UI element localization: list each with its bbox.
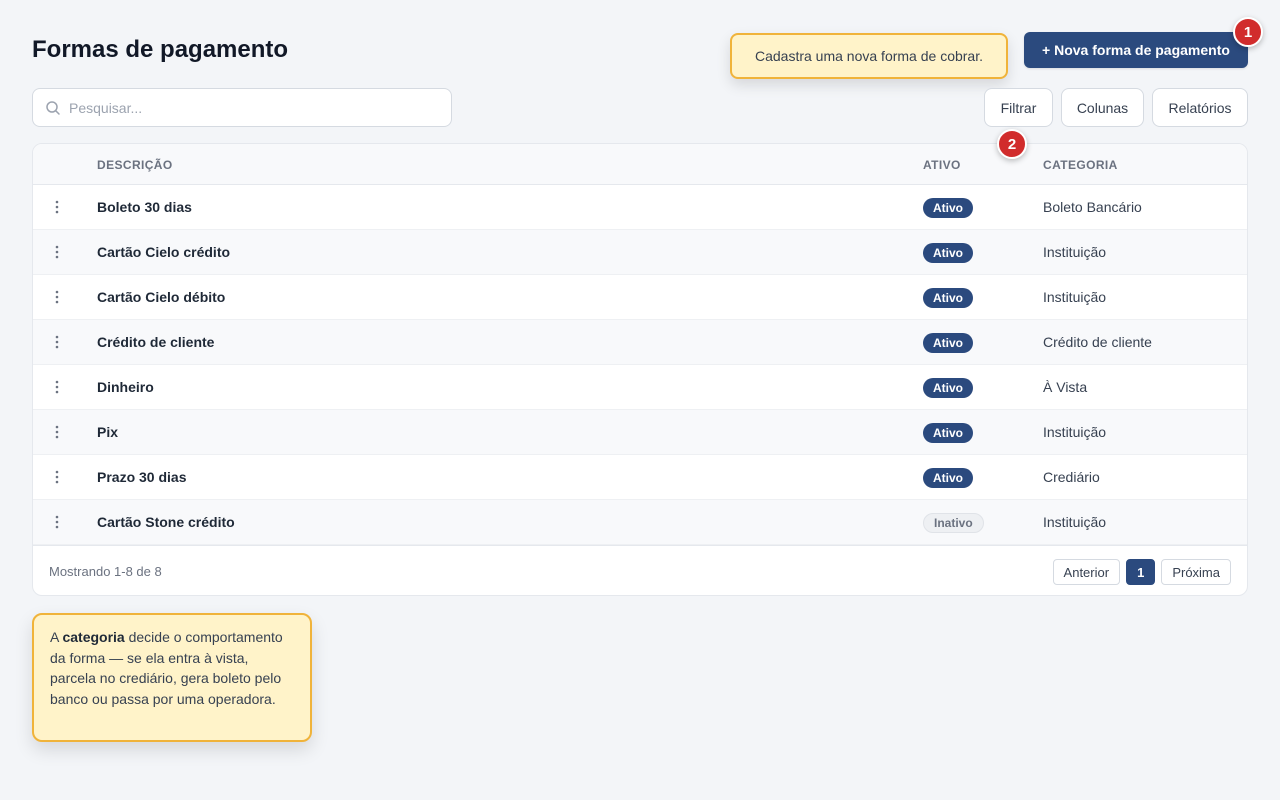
table-row[interactable]: Cartão Cielo débito Ativo Instituição <box>33 275 1247 320</box>
kebab-icon <box>55 200 59 214</box>
table-row[interactable]: Boleto 30 dias Ativo Boleto Bancário <box>33 185 1247 230</box>
status-badge: Ativo <box>923 378 973 398</box>
row-description: Boleto 30 dias <box>97 199 192 215</box>
row-menu-icon[interactable] <box>49 197 65 217</box>
reports-button[interactable]: Relatórios <box>1152 88 1248 127</box>
column-header-active[interactable]: ATIVO <box>923 158 961 172</box>
new-button-tooltip-text: Cadastra uma nova forma de cobrar. <box>754 48 983 64</box>
pagination: Anterior 1 Próxima <box>1052 559 1231 585</box>
row-category: Crediário <box>1043 469 1100 485</box>
row-category: Crédito de cliente <box>1043 334 1152 350</box>
table-row[interactable]: Dinheiro Ativo À Vista <box>33 365 1247 410</box>
row-menu-icon[interactable] <box>49 242 65 262</box>
row-menu-icon[interactable] <box>49 332 65 352</box>
kebab-icon <box>55 380 59 394</box>
page-title: Formas de pagamento <box>32 36 289 63</box>
row-menu-icon[interactable] <box>49 512 65 532</box>
table-row[interactable]: Crédito de cliente Ativo Crédito de client… <box>33 320 1247 365</box>
table-footer: Mostrando 1-8 de 8 Anterior 1 Próxima <box>33 545 1247 595</box>
row-category: Instituição <box>1043 514 1107 530</box>
table-row[interactable]: Pix Ativo Instituição <box>33 410 1247 455</box>
row-description: Cartão Cielo crédito <box>97 244 231 260</box>
table-header: DESCRIÇÃO ATIVO CATEGORIA <box>33 144 1247 185</box>
step-badge-1: 1 <box>1233 17 1263 47</box>
new-payment-method-button[interactable]: + Nova forma de pagamento <box>1024 32 1248 68</box>
kebab-icon <box>55 470 59 484</box>
search-icon <box>46 100 60 115</box>
row-description: Cartão Cielo débito <box>97 289 226 305</box>
pagination-summary: Mostrando 1-8 de 8 <box>49 564 162 579</box>
category-tooltip-bold: categoria <box>62 629 125 645</box>
search-box[interactable] <box>32 88 452 127</box>
search-input[interactable] <box>69 99 449 116</box>
row-category: À Vista <box>1043 379 1088 395</box>
kebab-icon <box>55 335 59 349</box>
table-row[interactable]: Cartão Stone crédito Inativo Instituição <box>33 500 1247 545</box>
status-badge: Inativo <box>923 513 984 533</box>
status-badge: Ativo <box>923 198 973 218</box>
status-badge: Ativo <box>923 468 973 488</box>
row-category: Instituição <box>1043 424 1107 440</box>
status-badge: Ativo <box>923 333 973 353</box>
row-description: Dinheiro <box>97 379 154 395</box>
row-menu-icon[interactable] <box>49 467 65 487</box>
row-category: Instituição <box>1043 289 1107 305</box>
next-page-button[interactable]: Próxima <box>1161 559 1231 585</box>
new-button-tooltip: Cadastra uma nova forma de cobrar. <box>730 33 1008 79</box>
row-menu-icon[interactable] <box>49 287 65 307</box>
step-badge-2: 2 <box>997 129 1027 159</box>
row-menu-icon[interactable] <box>49 422 65 442</box>
status-badge: Ativo <box>923 288 973 308</box>
table-row[interactable]: Cartão Cielo crédito Ativo Instituição <box>33 230 1247 275</box>
row-description: Crédito de cliente <box>97 334 215 350</box>
kebab-icon <box>55 290 59 304</box>
status-badge: Ativo <box>923 243 973 263</box>
row-menu-icon[interactable] <box>49 377 65 397</box>
row-category: Boleto Bancário <box>1043 199 1142 215</box>
table-body: Boleto 30 dias Ativo Boleto Bancário Cartão… <box>33 185 1247 545</box>
columns-button[interactable]: Colunas <box>1061 88 1144 127</box>
row-description: Pix <box>97 424 119 440</box>
table-row[interactable]: Prazo 30 dias Ativo Crediário <box>33 455 1247 500</box>
category-tooltip: A categoria decide o comportamento da fo… <box>32 613 312 742</box>
payment-methods-table: DESCRIÇÃO ATIVO CATEGORIA Boleto 30 dias… <box>32 143 1248 596</box>
kebab-icon <box>55 245 59 259</box>
row-description: Cartão Stone crédito <box>97 514 235 530</box>
row-category: Instituição <box>1043 244 1107 260</box>
status-badge: Ativo <box>923 423 973 443</box>
column-header-description[interactable]: DESCRIÇÃO <box>97 158 173 172</box>
category-tooltip-prefix: A <box>50 629 63 645</box>
previous-page-button[interactable]: Anterior <box>1052 559 1121 585</box>
page-1-button[interactable]: 1 <box>1126 559 1156 585</box>
kebab-icon <box>55 425 59 439</box>
filter-button[interactable]: Filtrar <box>984 88 1053 127</box>
row-description: Prazo 30 dias <box>97 469 187 485</box>
column-header-category[interactable]: CATEGORIA <box>1043 158 1118 172</box>
kebab-icon <box>55 515 59 529</box>
